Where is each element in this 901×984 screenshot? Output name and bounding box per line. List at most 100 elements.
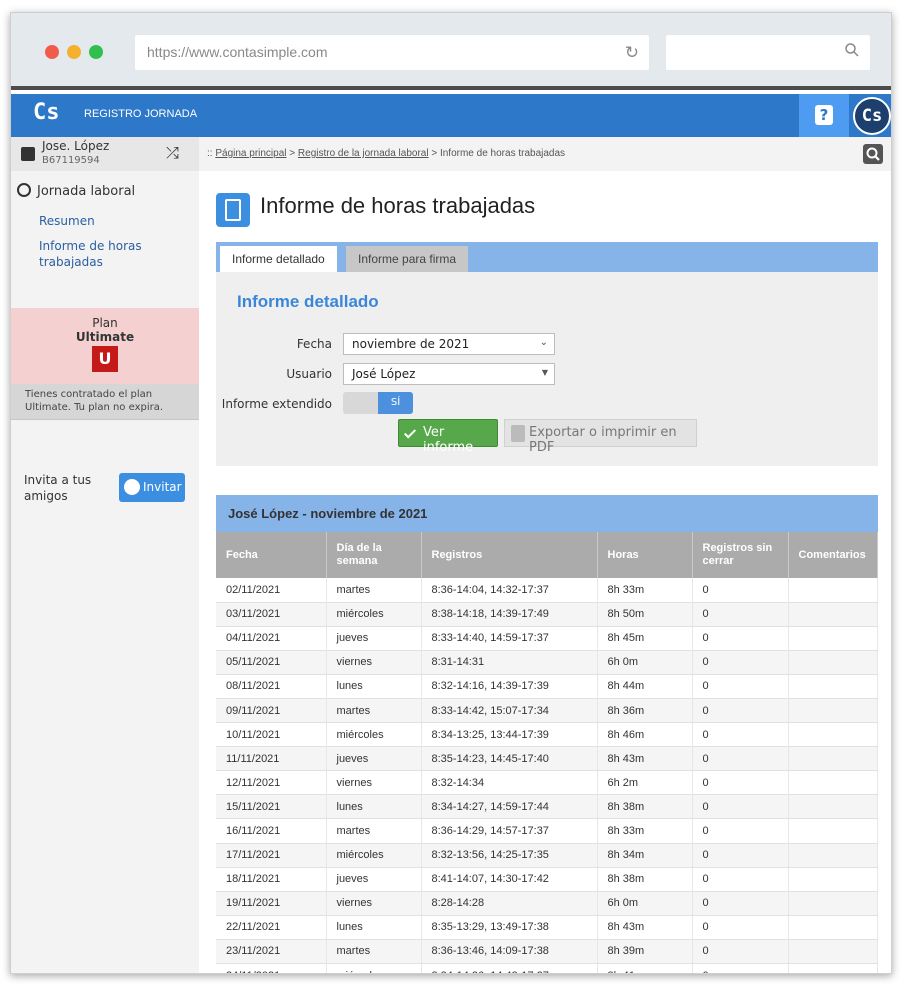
breadcrumb-link-registro[interactable]: Registro de la jornada laboral	[298, 148, 429, 159]
table-cell	[788, 891, 878, 916]
address-bar[interactable]: https://www.contasimple.com ↻	[135, 35, 649, 70]
table-cell: martes	[326, 939, 422, 965]
table-row: 12/11/2021 viernes 8:32-14:34 6h 2m 0	[216, 770, 878, 796]
table-cell: jueves	[326, 746, 422, 772]
extendido-toggle[interactable]: SÍ	[343, 392, 413, 414]
table-cell	[788, 650, 878, 675]
app-logo[interactable]: Cs	[33, 100, 60, 125]
table-cell: jueves	[326, 626, 422, 651]
breadcrumb: :: Página principal > Registro de la jor…	[207, 148, 565, 159]
table-row: 16/11/2021 martes 8:36-14:29, 14:57-17:37 8…	[216, 818, 878, 844]
table-cell: 8h 50m	[597, 602, 693, 627]
tab-informe-detallado[interactable]: Informe detallado	[220, 246, 337, 272]
table-cell: lunes	[326, 794, 422, 820]
table-cell: jueves	[326, 867, 422, 892]
tab-informe-firma[interactable]: Informe para firma	[346, 246, 469, 272]
table-cell	[788, 843, 878, 868]
ver-informe-button[interactable]: Ver informe	[398, 419, 498, 455]
table-cell: martes	[326, 818, 422, 844]
table-row: 02/11/2021 martes 8:36-14:04, 14:32-17:37 8…	[216, 578, 878, 603]
table-row: 22/11/2021 lunes 8:35-13:29, 13:49-17:38 8h…	[216, 915, 878, 940]
table-cell: 8:38-14:18, 14:39-17:49	[421, 602, 598, 627]
table-row: 19/11/2021 viernes 8:28-14:28 6h 0m 0	[216, 891, 878, 916]
search-icon	[866, 147, 880, 161]
invite-button[interactable]: Invitar	[119, 473, 185, 502]
table-cell: 24/11/2021	[216, 963, 327, 973]
table-cell: 0	[692, 650, 789, 675]
table-row: 17/11/2021 miércoles 8:32-13:56, 14:25-17:…	[216, 843, 878, 868]
table-cell: 04/11/2021	[216, 626, 327, 651]
maximize-window-dot[interactable]	[89, 45, 103, 59]
table-cell: 0	[692, 746, 789, 772]
breadcrumb-bar: :: Página principal > Registro de la jor…	[199, 137, 891, 171]
table-cell: 0	[692, 915, 789, 940]
table-cell: 0	[692, 939, 789, 965]
close-window-dot[interactable]	[45, 45, 59, 59]
nav-section-title[interactable]: Jornada laboral	[17, 183, 135, 199]
table-cell: viernes	[326, 770, 422, 796]
table-cell: 03/11/2021	[216, 602, 327, 627]
table-cell: 8:34-13:25, 13:44-17:39	[421, 722, 598, 748]
table-cell: 0	[692, 626, 789, 651]
table-cell: 8h 33m	[597, 578, 693, 603]
table-cell: 23/11/2021	[216, 939, 327, 965]
table-cell: martes	[326, 578, 422, 603]
plan-box: Plan Ultimate U	[11, 308, 199, 384]
table-cell: 8h 38m	[597, 794, 693, 820]
pdf-icon	[511, 425, 525, 442]
app-header: Cs REGISTRO JORNADA ? Cs	[11, 94, 891, 137]
table-cell: miércoles	[326, 843, 422, 868]
table-row: 18/11/2021 jueves 8:41-14:07, 14:30-17:42 8…	[216, 867, 878, 892]
table-cell: 0	[692, 722, 789, 748]
table-cell: 09/11/2021	[216, 698, 327, 724]
usuario-select[interactable]: José López ▼	[343, 363, 555, 385]
ver-informe-label: Ver informe	[423, 425, 474, 455]
table-cell: 18/11/2021	[216, 867, 327, 892]
table-cell	[788, 963, 878, 973]
browser-chrome: https://www.contasimple.com ↻	[11, 13, 891, 90]
reload-icon[interactable]: ↻	[625, 43, 639, 63]
avatar[interactable]: Cs	[853, 97, 891, 135]
table-cell: lunes	[326, 674, 422, 699]
user-box[interactable]: Jose. López B67119594 ⤮	[11, 137, 199, 171]
table-row: 10/11/2021 miércoles 8:34-13:25, 13:44-17:…	[216, 722, 878, 748]
table-cell: 6h 0m	[597, 891, 693, 916]
table-cell: viernes	[326, 650, 422, 675]
table-cell	[788, 746, 878, 772]
table-cell: 0	[692, 818, 789, 844]
breadcrumb-separator: >	[431, 148, 438, 159]
breadcrumb-current: Informe de horas trabajadas	[439, 148, 566, 159]
globe-icon	[124, 479, 140, 495]
form-heading: Informe detallado	[237, 292, 379, 311]
export-pdf-button[interactable]: Exportar o imprimir en PDF	[504, 419, 697, 455]
browser-search-input[interactable]	[666, 35, 870, 70]
table-cell: 0	[692, 698, 789, 724]
table-cell: 8h 41m	[597, 963, 693, 973]
main-content: Informe de horas trabajadas Informe deta…	[199, 171, 891, 973]
table-cell: 22/11/2021	[216, 915, 327, 940]
export-pdf-label: Exportar o imprimir en PDF	[529, 425, 677, 455]
column-header: Día de la semana	[326, 532, 422, 578]
table-cell	[788, 770, 878, 796]
invite-button-label: Invitar	[143, 480, 182, 494]
history-icon	[17, 183, 31, 197]
table-cell: 0	[692, 963, 789, 973]
sidebar-item-informe-horas[interactable]: Informe de horas trabajadas	[39, 238, 169, 270]
table-cell	[788, 626, 878, 651]
table-cell: 0	[692, 794, 789, 820]
column-header: Registros	[421, 532, 598, 578]
shuffle-icon[interactable]: ⤮	[166, 143, 179, 163]
table-cell: 8:32-13:56, 14:25-17:35	[421, 843, 598, 868]
table-cell	[788, 818, 878, 844]
caret-down-icon: ▼	[541, 368, 548, 377]
sidebar-item-resumen[interactable]: Resumen	[39, 213, 95, 229]
breadcrumb-link-home[interactable]: Página principal	[215, 148, 286, 159]
help-button[interactable]: ?	[799, 94, 849, 137]
table-cell: 02/11/2021	[216, 578, 327, 603]
table-row: 15/11/2021 lunes 8:34-14:27, 14:59-17:44 8h…	[216, 794, 878, 820]
fecha-select[interactable]: noviembre de 2021 ⌄	[343, 333, 555, 355]
minimize-window-dot[interactable]	[67, 45, 81, 59]
table-cell	[788, 794, 878, 820]
search-button[interactable]	[863, 144, 883, 164]
table-row: 05/11/2021 viernes 8:31-14:31 6h 0m 0	[216, 650, 878, 675]
